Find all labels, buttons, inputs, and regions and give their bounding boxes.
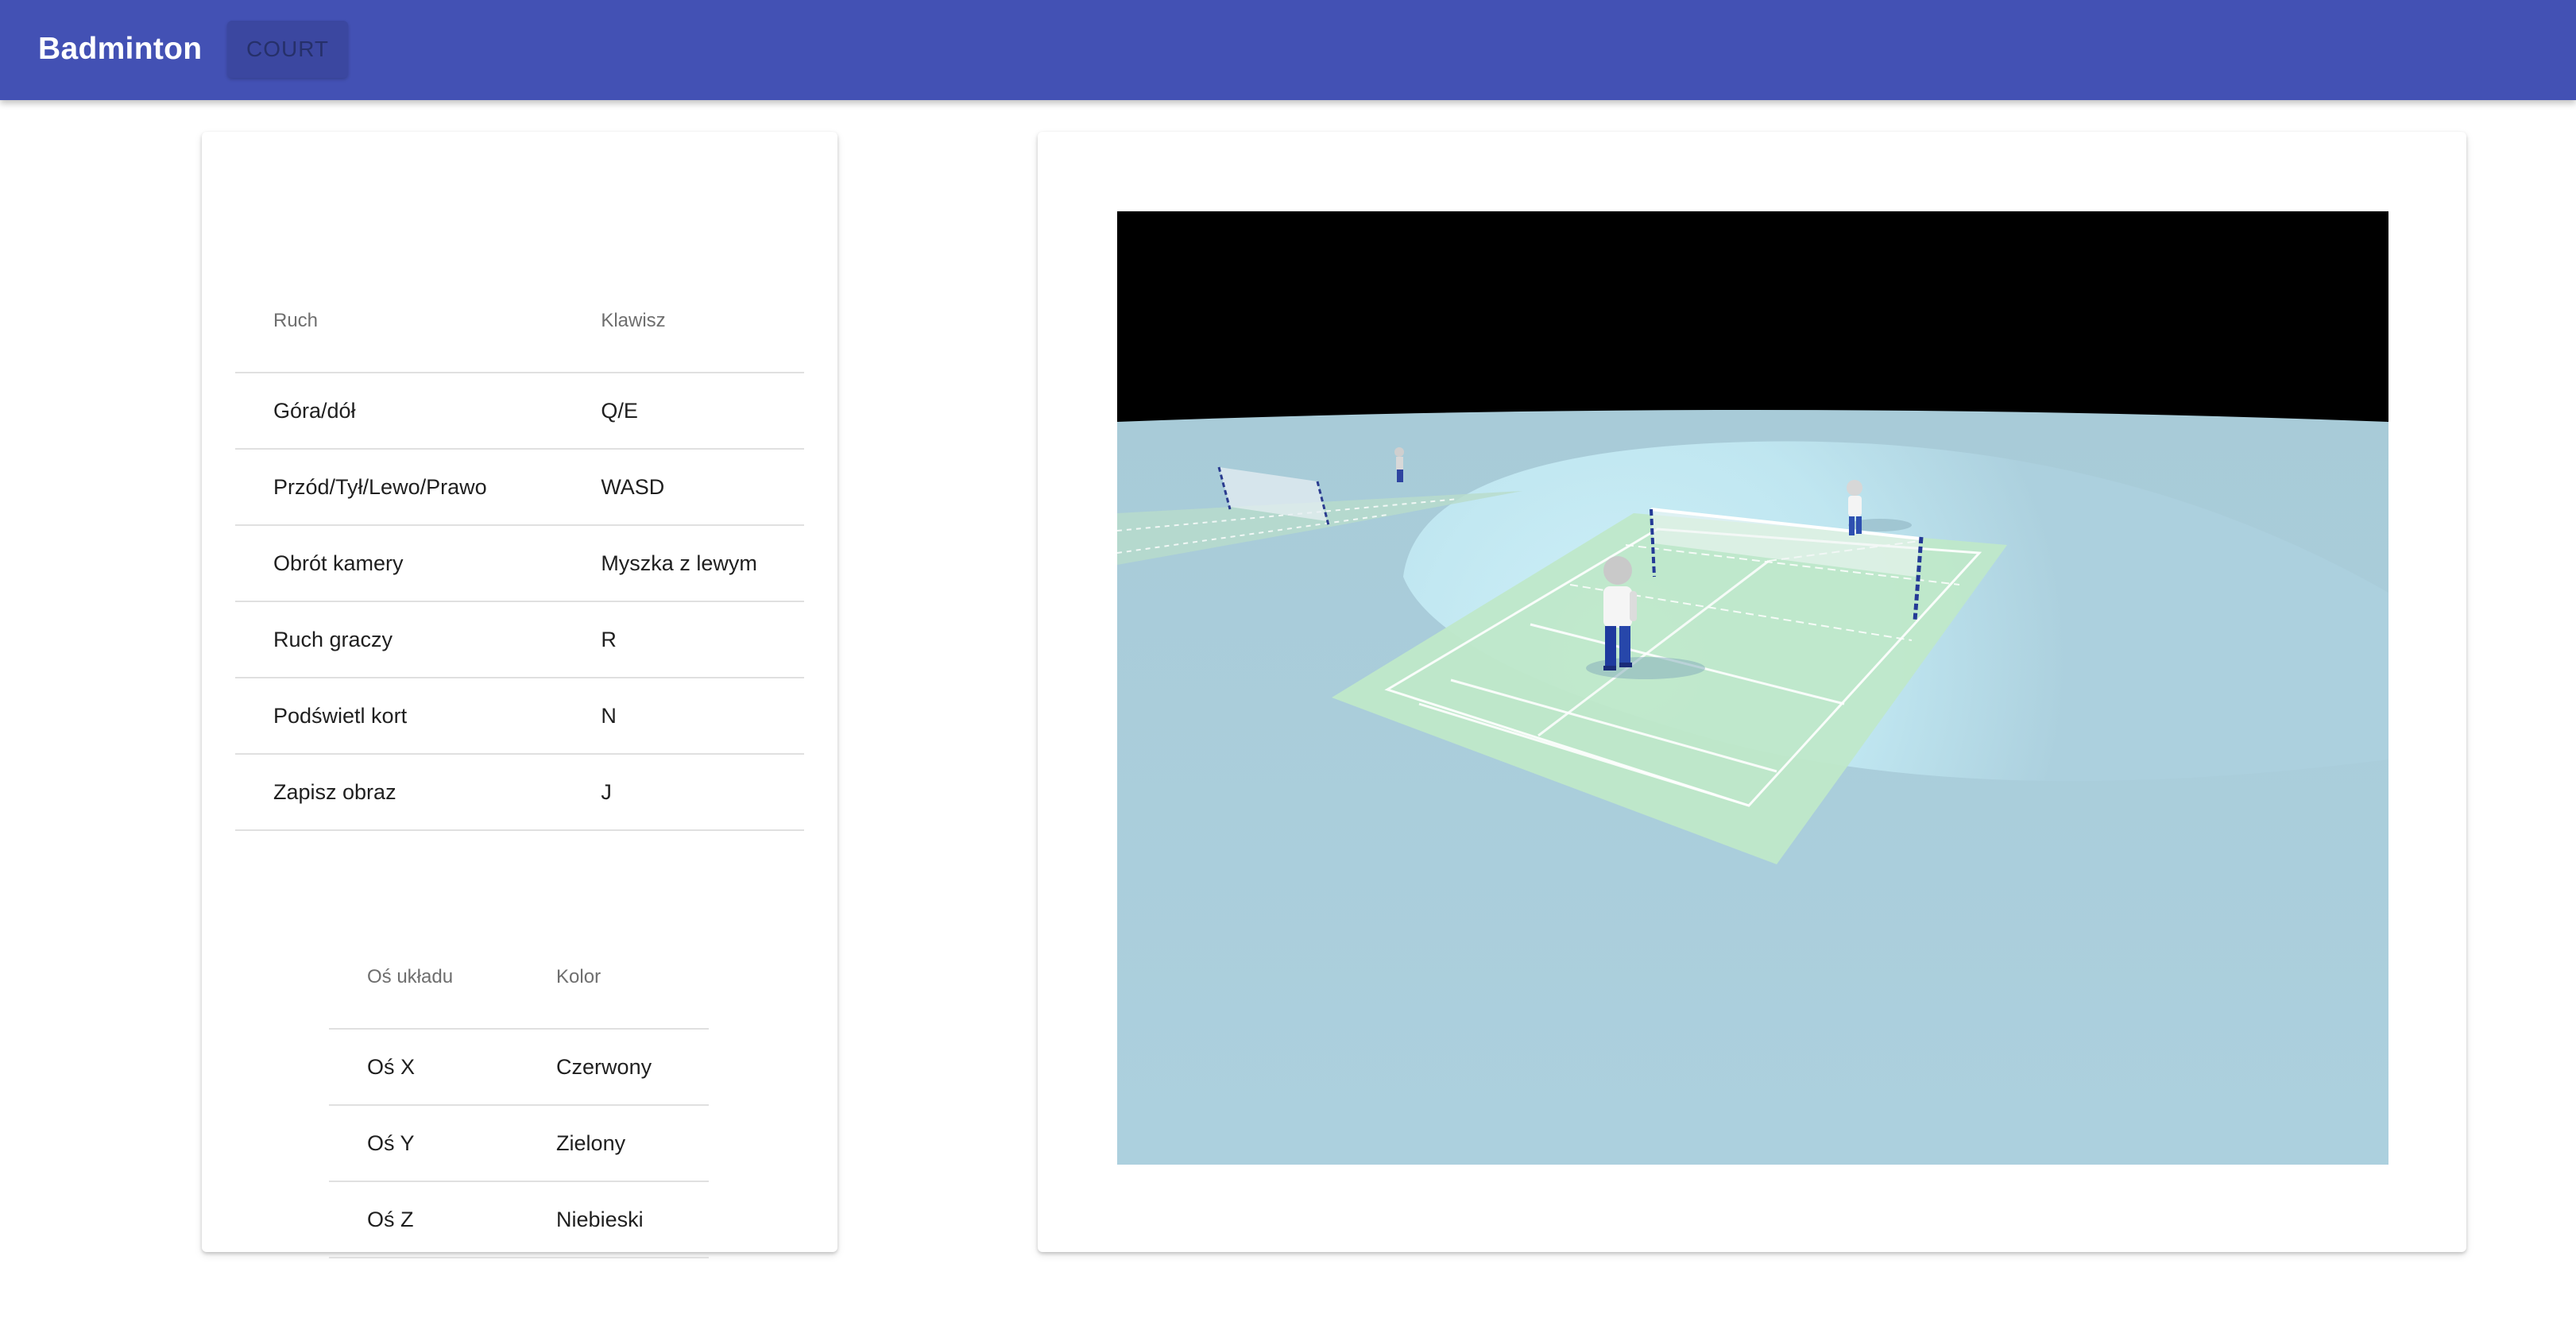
table-row: Oś Y Zielony (329, 1105, 709, 1182)
court-nav-button[interactable]: COURT (227, 21, 348, 78)
axis-cell: Oś X (329, 1029, 519, 1106)
scene-viewport[interactable] (1117, 211, 2388, 1165)
column-header-action: Ruch (235, 270, 563, 373)
controls-header-row: Ruch Klawisz (235, 270, 804, 373)
table-row: Obrót kamery Myszka z lewym (235, 525, 804, 602)
color-cell: Zielony (518, 1105, 709, 1182)
action-cell: Góra/dół (235, 373, 563, 450)
action-cell: Obrót kamery (235, 525, 563, 602)
axes-header-row: Oś układu Kolor (329, 926, 709, 1030)
key-cell: R (563, 601, 804, 678)
key-cell: WASD (563, 449, 804, 526)
key-cell: J (563, 754, 804, 831)
table-row: Góra/dół Q/E (235, 373, 804, 450)
controls-table: Ruch Klawisz Góra/dół Q/E Przód/Tył/Lewo… (235, 270, 804, 831)
action-cell: Zapisz obraz (235, 754, 563, 831)
key-cell: Q/E (563, 373, 804, 450)
color-cell: Niebieski (518, 1181, 709, 1258)
table-row: Oś Z Niebieski (329, 1181, 709, 1258)
column-header-axis: Oś układu (329, 926, 519, 1030)
action-cell: Przód/Tył/Lewo/Prawo (235, 449, 563, 526)
action-cell: Ruch graczy (235, 601, 563, 678)
table-row: Zapisz obraz J (235, 754, 804, 831)
controls-card: Ruch Klawisz Góra/dół Q/E Przód/Tył/Lewo… (202, 132, 837, 1258)
column-header-key: Klawisz (563, 270, 804, 373)
color-cell: Czerwony (518, 1029, 709, 1106)
axes-table: Oś układu Kolor Oś X Czerwony Oś Y Zielo… (329, 926, 709, 1258)
key-cell: N (563, 678, 804, 755)
table-row: Oś X Czerwony (329, 1029, 709, 1106)
app-title: Badminton (38, 32, 203, 66)
scene-card (1038, 132, 2466, 1252)
axis-cell: Oś Y (329, 1105, 519, 1182)
axis-cell: Oś Z (329, 1181, 519, 1258)
key-cell: Myszka z lewym (563, 525, 804, 602)
table-row: Ruch graczy R (235, 601, 804, 678)
table-row: Przód/Tył/Lewo/Prawo WASD (235, 449, 804, 526)
column-header-color: Kolor (518, 926, 709, 1030)
scene-canvas[interactable] (1117, 211, 2388, 1165)
action-cell: Podświetl kort (235, 678, 563, 755)
app-bar: Badminton COURT (0, 0, 2576, 100)
table-row: Podświetl kort N (235, 678, 804, 755)
